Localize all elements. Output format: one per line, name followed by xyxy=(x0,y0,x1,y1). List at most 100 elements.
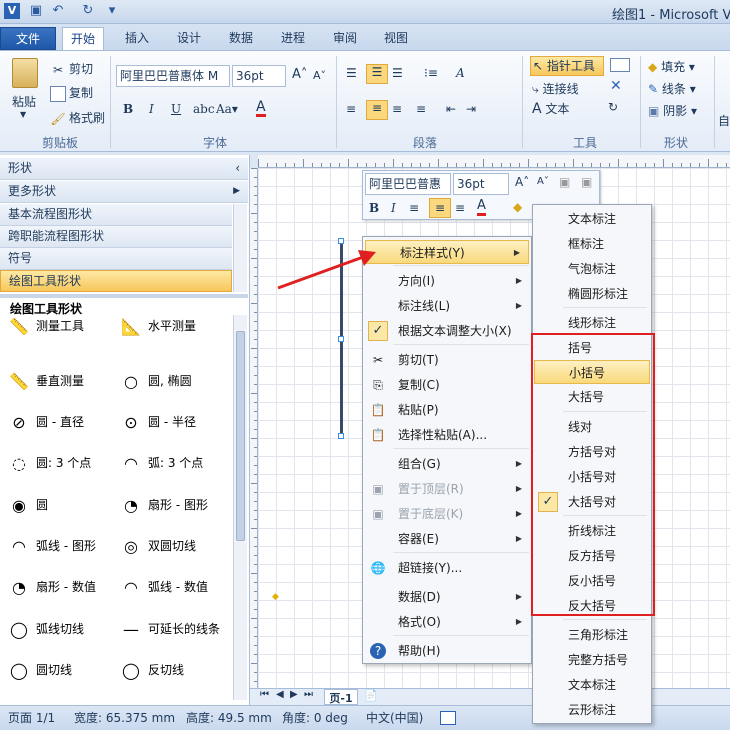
stencil-shape-item[interactable]: ◯ 圆切线 xyxy=(6,657,72,683)
stencil-shape-item[interactable]: ◠ 弧线 - 数值 xyxy=(118,574,208,600)
context-menu-item[interactable]: 选择性粘贴(A)... 📋 xyxy=(364,423,530,447)
font-color-icon[interactable]: A xyxy=(256,100,266,117)
mini-align-left-icon[interactable]: ≡ xyxy=(409,201,419,215)
align-right-icon[interactable]: ≡ xyxy=(392,102,402,116)
stencil-shape-item[interactable]: ◎ 双圆切线 xyxy=(118,533,196,559)
copy-button[interactable]: 复制 xyxy=(50,84,93,102)
scrollbar-thumb[interactable] xyxy=(236,331,245,541)
line-button[interactable]: ✎ 线条 ▾ xyxy=(648,80,696,97)
mini-fill-icon[interactable]: ◆ xyxy=(513,200,522,214)
tab-process[interactable]: 进程 xyxy=(281,27,305,50)
tab-home[interactable]: 开始 xyxy=(62,27,105,50)
align-left-icon[interactable]: ≡ xyxy=(346,102,356,116)
save-icon[interactable]: ▣ xyxy=(28,3,44,19)
context-menu-item[interactable]: 粘贴(P) 📋 xyxy=(364,398,530,422)
grow-font-icon[interactable]: A˄ xyxy=(515,175,529,189)
next-page-icon[interactable]: ▶ xyxy=(290,689,298,700)
callout-style-item[interactable]: 文本标注 xyxy=(534,673,650,697)
rectangle-tool-icon[interactable] xyxy=(610,58,630,72)
context-menu-item[interactable]: 剪切(T) ✂ xyxy=(364,348,530,372)
mini-align-center-icon[interactable]: ≡ xyxy=(429,198,451,218)
stencil-shape-item[interactable]: 📐 水平测量 xyxy=(118,313,196,339)
increase-indent-icon[interactable]: ⇥ xyxy=(466,102,476,116)
pointer-tool-button[interactable]: ↖ 指针工具 xyxy=(530,56,604,76)
change-case-icon[interactable]: Aa▾ xyxy=(216,102,238,116)
paste-icon[interactable] xyxy=(12,58,38,88)
bring-front-icon[interactable]: ▣ xyxy=(559,175,570,189)
selection-handle[interactable] xyxy=(338,336,344,342)
callout-style-item[interactable]: 文本标注 xyxy=(534,207,650,231)
stencil-shape-item[interactable]: ◔ 扇形 - 图形 xyxy=(118,492,208,518)
decrease-indent-icon[interactable]: ⇤ xyxy=(446,102,456,116)
context-menu-item[interactable]: 根据文本调整大小(X) ✓ xyxy=(364,319,530,343)
stencil-shape-item[interactable]: ◉ 圆 xyxy=(6,492,48,518)
callout-style-item[interactable]: 完整方括号 xyxy=(534,648,650,672)
prev-page-icon[interactable]: ◀ xyxy=(276,689,284,700)
tab-file[interactable]: 文件 xyxy=(0,27,56,50)
insert-page-icon[interactable]: 📄 xyxy=(364,689,378,702)
paste-dropdown-icon[interactable]: ▼ xyxy=(20,110,26,119)
mini-align-right-icon[interactable]: ≡ xyxy=(455,201,465,215)
tab-insert[interactable]: 插入 xyxy=(125,27,149,50)
collapse-pane-icon[interactable]: ‹ xyxy=(235,158,240,179)
callout-style-item[interactable]: 云形标注 xyxy=(534,698,650,722)
stencil-shape-item[interactable]: ◔ 扇形 - 数值 xyxy=(6,574,96,600)
redo-icon[interactable]: ↻ xyxy=(80,3,96,19)
stencil-shape-item[interactable]: ⊘ 圆 - 直径 xyxy=(6,409,84,435)
callout-style-item[interactable]: 三角形标注 xyxy=(534,623,650,647)
stencil-cross-functional[interactable]: 跨职能流程图形状 xyxy=(0,226,232,248)
stencil-symbols[interactable]: 符号 xyxy=(0,248,232,270)
send-back-icon[interactable]: ▣ xyxy=(581,175,592,189)
mini-font-color-icon[interactable]: A xyxy=(477,199,486,216)
align-top-icon[interactable]: ☰ xyxy=(346,66,357,80)
strikethrough-icon[interactable]: abc xyxy=(193,102,215,116)
connection-point-icon[interactable]: ↻ xyxy=(608,100,618,114)
customize-qat-icon[interactable]: ▾ xyxy=(104,3,120,19)
stencil-shape-item[interactable]: ◠ 弧线 - 图形 xyxy=(6,533,96,559)
cut-button[interactable]: ✂ 剪切 xyxy=(50,60,93,78)
tab-view[interactable]: 视图 xyxy=(384,27,408,50)
page-tab[interactable]: 页-1 xyxy=(324,689,358,705)
bold-icon[interactable]: B xyxy=(123,102,133,116)
stencil-shape-item[interactable]: ⊙ 圆 - 半径 xyxy=(118,409,196,435)
stencil-basic-flowchart[interactable]: 基本流程图形状 xyxy=(0,204,232,226)
context-menu-item[interactable]: 组合(G) ▶ xyxy=(364,452,530,476)
context-menu-item[interactable]: 置于底层(K) ▣ ▶ xyxy=(364,502,530,526)
stencil-shape-item[interactable]: ◠ 弧: 3 个点 xyxy=(118,450,203,476)
font-name-combo[interactable]: 阿里巴巴普惠体 M xyxy=(116,65,230,87)
font-size-combo[interactable]: 36pt xyxy=(232,65,286,87)
italic-icon[interactable]: I xyxy=(149,102,154,116)
callout-style-item[interactable]: 线形标注 xyxy=(534,311,650,335)
fill-button[interactable]: ◆ 填充 ▾ xyxy=(648,58,695,75)
tab-data[interactable]: 数据 xyxy=(229,27,253,50)
callout-style-item[interactable]: 椭圆形标注 xyxy=(534,282,650,306)
paste-button[interactable]: 粘贴 xyxy=(12,93,36,110)
stencil-shape-item[interactable]: — 可延长的线条 xyxy=(118,616,220,642)
tab-design[interactable]: 设计 xyxy=(177,27,201,50)
align-middle-icon[interactable]: ☰ xyxy=(366,64,388,84)
align-center-icon[interactable]: ≡ xyxy=(366,100,388,120)
text-tool-button[interactable]: A 文本 xyxy=(532,100,569,117)
align-bottom-icon[interactable]: ☰ xyxy=(392,66,403,80)
context-menu-item[interactable]: 数据(D) ▶ xyxy=(364,585,530,609)
text-direction-icon[interactable]: A xyxy=(456,66,465,80)
stencil-shape-item[interactable]: 📏 垂直测量 xyxy=(6,368,84,394)
format-painter-button[interactable]: 🖌 格式刷 xyxy=(50,109,105,127)
selection-handle[interactable] xyxy=(338,433,344,439)
close-connector-icon[interactable]: ✕ xyxy=(610,78,622,94)
status-language[interactable]: 中文(中国) xyxy=(366,706,423,730)
stencil-shape-item[interactable]: ◌ 圆: 3 个点 xyxy=(6,450,91,476)
context-menu-item[interactable]: 置于顶层(R) ▣ ▶ xyxy=(364,477,530,501)
stencil-scrollbar[interactable] xyxy=(233,204,247,292)
context-menu-item[interactable]: 超链接(Y)... 🌐 xyxy=(364,556,530,580)
underline-icon[interactable]: U xyxy=(171,102,181,116)
context-menu-item[interactable]: 复制(C) ⎘ xyxy=(364,373,530,397)
context-menu-item[interactable]: 容器(E) ▶ xyxy=(364,527,530,551)
more-shapes[interactable]: 更多形状 ▶ xyxy=(0,181,248,203)
mini-italic-icon[interactable]: I xyxy=(391,201,396,215)
tab-review[interactable]: 审阅 xyxy=(333,27,357,50)
mini-font-name[interactable]: 阿里巴巴普惠 xyxy=(365,173,451,195)
shadow-button[interactable]: ▣ 阴影 ▾ xyxy=(648,102,697,119)
shrink-font-icon[interactable]: A˅ xyxy=(537,176,549,187)
macro-record-icon[interactable] xyxy=(440,711,456,725)
